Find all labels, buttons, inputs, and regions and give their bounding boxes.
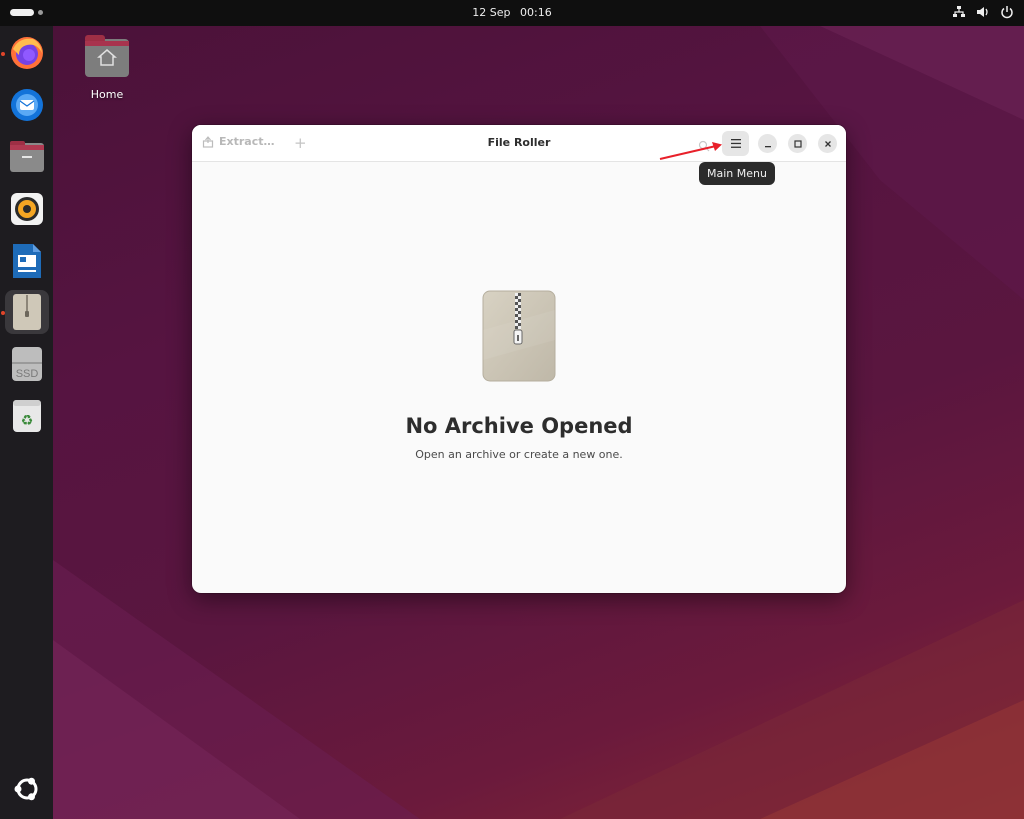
- dock: SSD ♻: [0, 26, 53, 819]
- clock[interactable]: 12 Sep 00:16: [0, 6, 1024, 19]
- system-tray[interactable]: [952, 5, 1014, 19]
- main-menu-button[interactable]: [722, 131, 749, 156]
- close-icon: [824, 140, 831, 147]
- minimize-icon: [764, 145, 771, 147]
- running-indicator-firefox: [1, 52, 5, 56]
- date-label: 12 Sep: [472, 6, 511, 19]
- zipper-teeth: [515, 293, 521, 329]
- ubuntu-logo-icon: [14, 777, 38, 801]
- trash-icon: ♻: [13, 400, 41, 432]
- writer-icon: [13, 244, 41, 278]
- power-icon: [1001, 6, 1013, 19]
- archive-icon: [13, 294, 41, 330]
- dock-item-files[interactable]: [5, 135, 49, 179]
- empty-state: No Archive Opened Open an archive or cre…: [192, 290, 846, 461]
- svg-text:SSD: SSD: [16, 368, 39, 380]
- close-button[interactable]: [818, 134, 837, 153]
- empty-state-title: No Archive Opened: [405, 414, 633, 438]
- dock-item-ssd[interactable]: SSD: [5, 342, 49, 386]
- main-menu-tooltip: Main Menu: [699, 162, 775, 185]
- home-label: Home: [90, 88, 124, 101]
- svg-text:♻: ♻: [21, 413, 34, 429]
- dock-item-trash[interactable]: ♻: [5, 394, 49, 438]
- home-folder-icon: [85, 35, 129, 77]
- firefox-icon: [11, 37, 43, 69]
- maximize-icon: [793, 139, 802, 148]
- thunderbird-icon: [11, 89, 43, 121]
- running-indicator-file-roller: [1, 311, 5, 315]
- desktop-home-icon[interactable]: Home: [80, 34, 134, 101]
- minimize-button[interactable]: [758, 134, 777, 153]
- archive-placeholder-icon: [482, 290, 556, 382]
- dock-item-writer[interactable]: [5, 239, 49, 283]
- dock-item-rhythmbox[interactable]: [5, 187, 49, 231]
- hamburger-menu-icon: [730, 139, 741, 148]
- top-bar: 12 Sep 00:16: [0, 0, 1024, 26]
- files-icon: [10, 141, 44, 172]
- show-apps-button[interactable]: [5, 767, 49, 811]
- volume-icon: [977, 7, 988, 17]
- file-roller-window: Extract… + File Roller No Archive Opened…: [192, 125, 846, 593]
- dock-item-firefox[interactable]: [5, 31, 49, 75]
- network-icon: [953, 6, 965, 17]
- maximize-button[interactable]: [788, 134, 807, 153]
- rhythmbox-icon: [11, 193, 43, 225]
- dock-item-file-roller[interactable]: [5, 290, 49, 334]
- annotation-arrow: [659, 142, 722, 160]
- dock-item-thunderbird[interactable]: [5, 83, 49, 127]
- headerbar: Extract… + File Roller: [192, 125, 846, 162]
- ssd-drive-icon: SSD: [12, 347, 42, 381]
- time-label: 00:16: [520, 6, 552, 19]
- empty-state-subtitle: Open an archive or create a new one.: [415, 448, 623, 461]
